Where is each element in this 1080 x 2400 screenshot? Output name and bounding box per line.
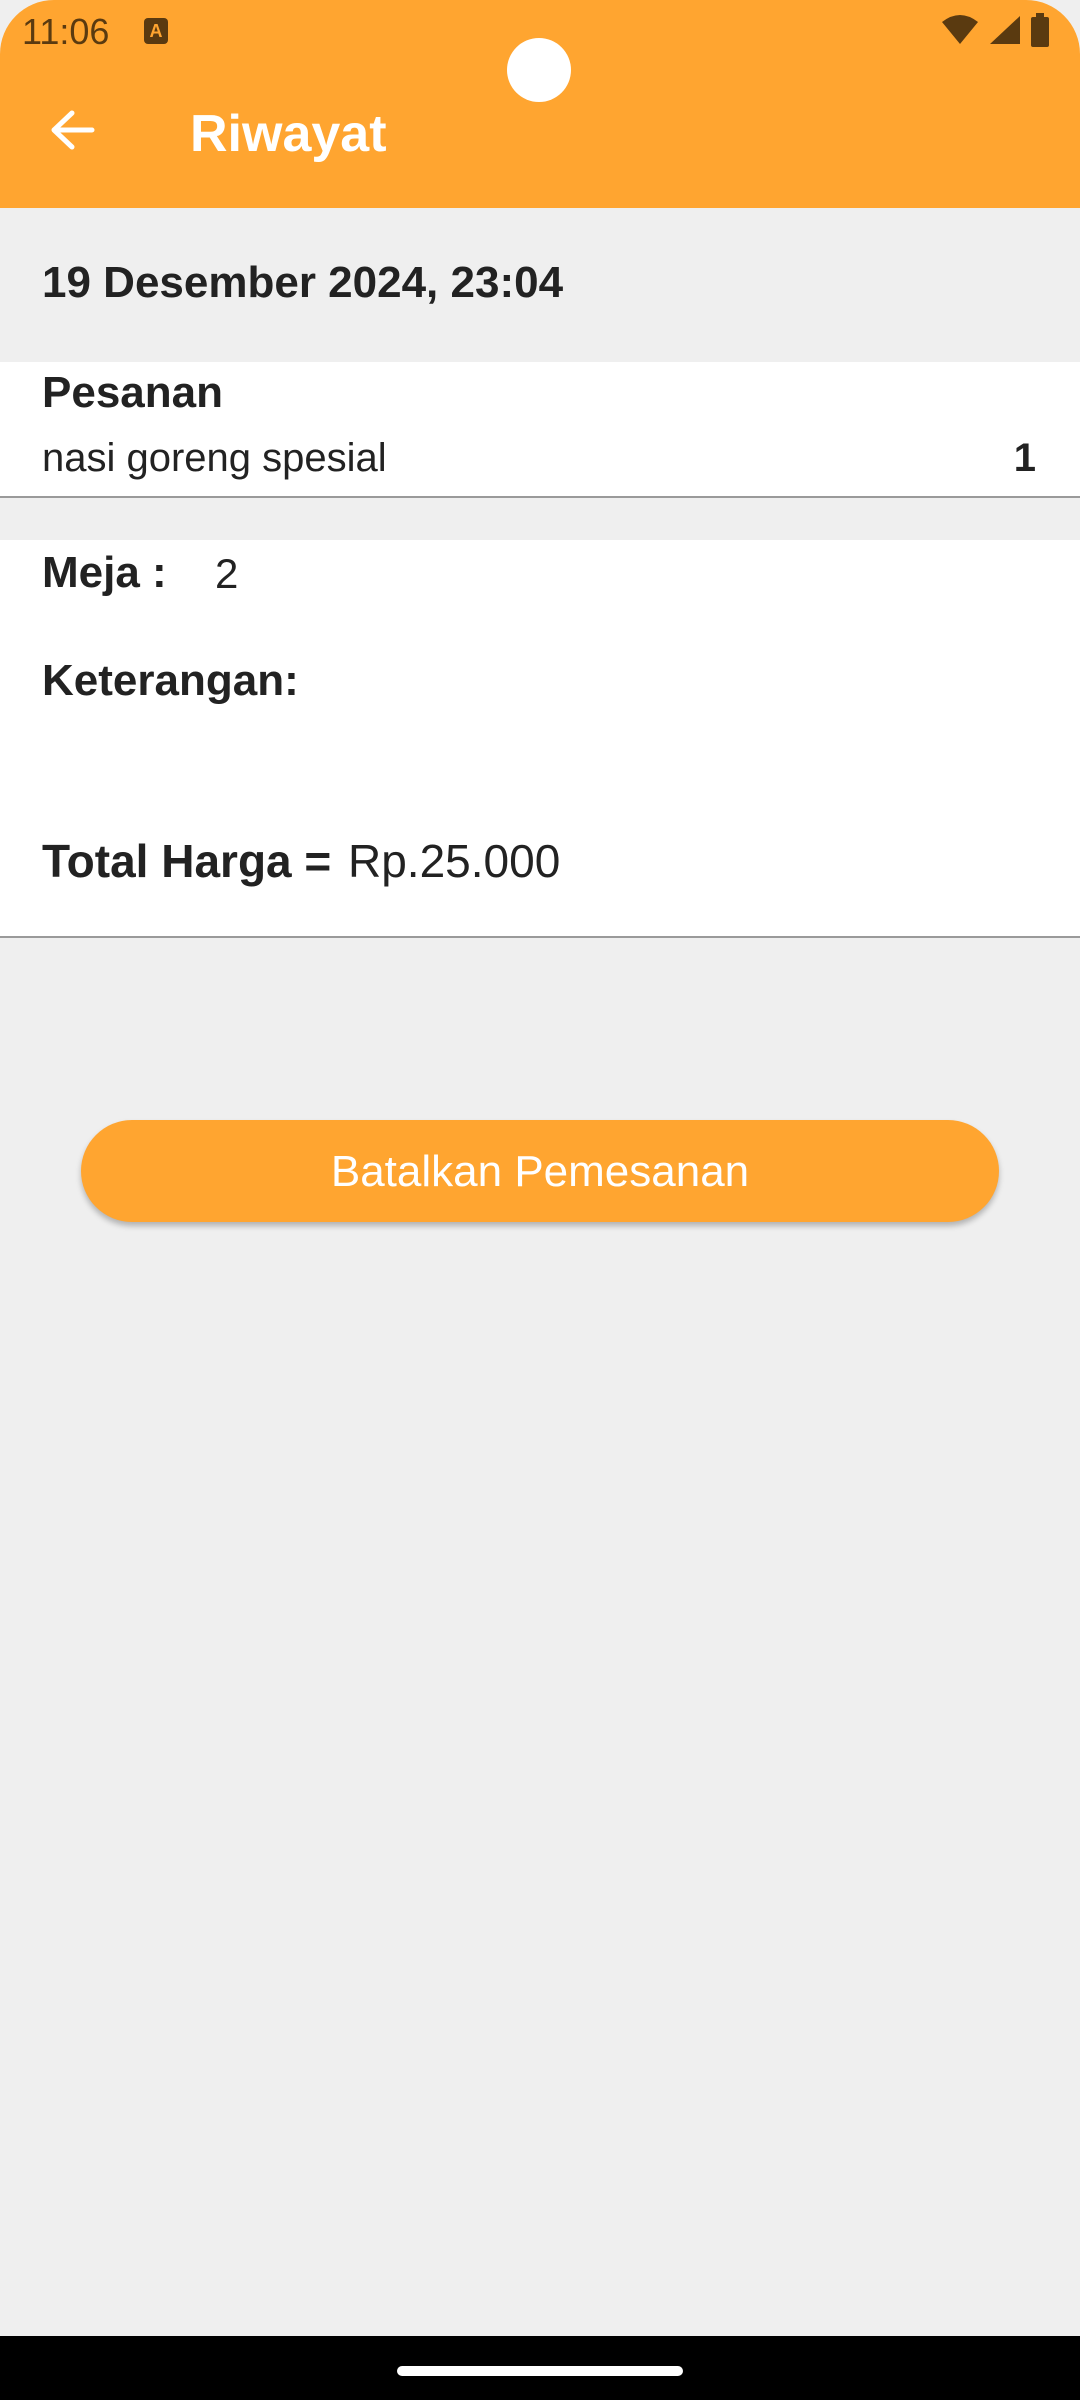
order-datetime: 19 Desember 2024, 23:04: [42, 258, 564, 307]
order-date-row: 19 Desember 2024, 23:04: [0, 208, 1080, 362]
cell-signal-icon: [988, 14, 1022, 51]
home-indicator[interactable]: [397, 2366, 683, 2376]
order-item-name: nasi goreng spesial: [42, 436, 387, 480]
back-button[interactable]: [40, 100, 104, 164]
page-title: Riwayat: [190, 105, 387, 163]
battery-icon: [1030, 12, 1050, 52]
notes-label: Keterangan:: [42, 656, 299, 705]
total-price-value: Rp.25.000: [348, 835, 561, 887]
table-label: Meja :: [42, 548, 167, 597]
app-header: 11:06 A Riwayat: [0, 0, 1080, 208]
cancel-order-button[interactable]: Batalkan Pemesanan: [81, 1120, 999, 1222]
table-value: 2: [215, 550, 239, 597]
total-price-label: Total Harga =: [42, 835, 332, 887]
camera-cutout: [507, 38, 571, 102]
status-time: 11:06: [22, 11, 110, 52]
status-icons: [940, 12, 1050, 52]
wifi-icon: [940, 14, 980, 51]
arrow-left-icon: [48, 108, 96, 157]
order-items-card: Pesanan nasi goreng spesial 1: [0, 362, 1080, 498]
notification-app-icon: A: [144, 18, 168, 44]
screen: 11:06 A Riwayat 19 Desember 2024, 23:04 …: [0, 0, 1080, 2400]
order-section-title: Pesanan: [42, 368, 223, 417]
order-detail-card: Meja : 2 Keterangan: Total Harga = Rp.25…: [0, 540, 1080, 938]
order-item-quantity: 1: [1013, 436, 1036, 480]
system-nav-bar: [0, 2336, 1080, 2400]
